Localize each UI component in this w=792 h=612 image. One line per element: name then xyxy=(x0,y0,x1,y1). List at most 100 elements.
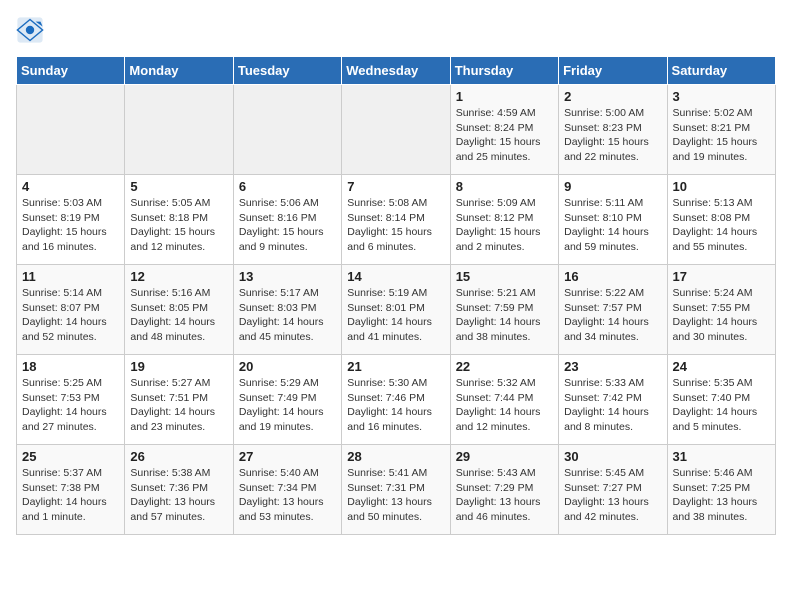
calendar-cell xyxy=(125,85,233,175)
calendar-cell xyxy=(233,85,341,175)
calendar-cell: 21Sunrise: 5:30 AM Sunset: 7:46 PM Dayli… xyxy=(342,355,450,445)
day-number: 28 xyxy=(347,449,444,464)
calendar-cell: 1 Sunrise: 4:59 AM Sunset: 8:24 PM Daylig… xyxy=(450,85,558,175)
header-saturday: Saturday xyxy=(667,57,775,85)
header-tuesday: Tuesday xyxy=(233,57,341,85)
day-number: 7 xyxy=(347,179,444,194)
calendar-cell: 2 Sunrise: 5:00 AM Sunset: 8:23 PM Daylig… xyxy=(559,85,667,175)
calendar-week-5: 25 Sunrise: 5:37 AM Sunset: 7:38 PM Dayli… xyxy=(17,445,776,535)
day-number: 14 xyxy=(347,269,444,284)
calendar-cell: 4 Sunrise: 5:03 AM Sunset: 8:19 PM Daylig… xyxy=(17,175,125,265)
day-number: 6 xyxy=(239,179,336,194)
day-info: Sunrise: 5:37 AM Sunset: 7:38 PM Dayligh… xyxy=(22,466,119,525)
day-info: Sunrise: 5:09 AM Sunset: 8:12 PM Dayligh… xyxy=(456,196,553,255)
calendar-week-1: 1 Sunrise: 4:59 AM Sunset: 8:24 PM Daylig… xyxy=(17,85,776,175)
day-info: Sunrise: 5:17 AM Sunset: 8:03 PM Dayligh… xyxy=(239,286,336,345)
calendar-cell: 13 Sunrise: 5:17 AM Sunset: 8:03 PM Dayli… xyxy=(233,265,341,355)
day-info: Sunrise: 5:14 AM Sunset: 8:07 PM Dayligh… xyxy=(22,286,119,345)
day-info: Sunrise: 5:46 AM Sunset: 7:25 PM Dayligh… xyxy=(673,466,770,525)
calendar-week-2: 4 Sunrise: 5:03 AM Sunset: 8:19 PM Daylig… xyxy=(17,175,776,265)
day-number: 11 xyxy=(22,269,119,284)
calendar-cell: 26 Sunrise: 5:38 AM Sunset: 7:36 PM Dayli… xyxy=(125,445,233,535)
day-number: 9 xyxy=(564,179,661,194)
calendar-cell: 15Sunrise: 5:21 AM Sunset: 7:59 PM Dayli… xyxy=(450,265,558,355)
calendar-cell: 3 Sunrise: 5:02 AM Sunset: 8:21 PM Daylig… xyxy=(667,85,775,175)
day-number: 1 xyxy=(456,89,553,104)
day-number: 25 xyxy=(22,449,119,464)
day-number: 13 xyxy=(239,269,336,284)
day-info: Sunrise: 5:27 AM Sunset: 7:51 PM Dayligh… xyxy=(130,376,227,435)
day-number: 2 xyxy=(564,89,661,104)
calendar-cell: 24 Sunrise: 5:35 AM Sunset: 7:40 PM Dayli… xyxy=(667,355,775,445)
calendar-cell: 14 Sunrise: 5:19 AM Sunset: 8:01 PM Dayli… xyxy=(342,265,450,355)
day-number: 27 xyxy=(239,449,336,464)
calendar-cell: 23 Sunrise: 5:33 AM Sunset: 7:42 PM Dayli… xyxy=(559,355,667,445)
logo xyxy=(16,16,46,44)
calendar-cell xyxy=(17,85,125,175)
day-info: Sunrise: 5:41 AM Sunset: 7:31 PM Dayligh… xyxy=(347,466,444,525)
calendar-cell: 30 Sunrise: 5:45 AM Sunset: 7:27 PM Dayli… xyxy=(559,445,667,535)
day-info: Sunrise: 4:59 AM Sunset: 8:24 PM Dayligh… xyxy=(456,106,553,165)
day-number: 19 xyxy=(130,359,227,374)
day-info: Sunrise: 5:13 AM Sunset: 8:08 PM Dayligh… xyxy=(673,196,770,255)
day-number: 31 xyxy=(673,449,770,464)
day-number: 26 xyxy=(130,449,227,464)
day-number: 24 xyxy=(673,359,770,374)
day-info: Sunrise: 5:33 AM Sunset: 7:42 PM Dayligh… xyxy=(564,376,661,435)
logo-icon xyxy=(16,16,44,44)
header-sunday: Sunday xyxy=(17,57,125,85)
calendar-cell: 27 Sunrise: 5:40 AM Sunset: 7:34 PM Dayli… xyxy=(233,445,341,535)
day-info: Sunrise: 5:05 AM Sunset: 8:18 PM Dayligh… xyxy=(130,196,227,255)
calendar-cell: 5 Sunrise: 5:05 AM Sunset: 8:18 PM Daylig… xyxy=(125,175,233,265)
day-info: Sunrise: 5:25 AM Sunset: 7:53 PM Dayligh… xyxy=(22,376,119,435)
header-wednesday: Wednesday xyxy=(342,57,450,85)
day-info: Sunrise: 5:38 AM Sunset: 7:36 PM Dayligh… xyxy=(130,466,227,525)
calendar-cell: 17Sunrise: 5:24 AM Sunset: 7:55 PM Dayli… xyxy=(667,265,775,355)
day-number: 8 xyxy=(456,179,553,194)
day-number: 4 xyxy=(22,179,119,194)
calendar-week-3: 11 Sunrise: 5:14 AM Sunset: 8:07 PM Dayli… xyxy=(17,265,776,355)
header-friday: Friday xyxy=(559,57,667,85)
calendar-cell: 7Sunrise: 5:08 AM Sunset: 8:14 PM Daylig… xyxy=(342,175,450,265)
calendar-cell: 18 Sunrise: 5:25 AM Sunset: 7:53 PM Dayli… xyxy=(17,355,125,445)
day-info: Sunrise: 5:40 AM Sunset: 7:34 PM Dayligh… xyxy=(239,466,336,525)
day-info: Sunrise: 5:29 AM Sunset: 7:49 PM Dayligh… xyxy=(239,376,336,435)
day-info: Sunrise: 5:35 AM Sunset: 7:40 PM Dayligh… xyxy=(673,376,770,435)
calendar-cell: 19 Sunrise: 5:27 AM Sunset: 7:51 PM Dayli… xyxy=(125,355,233,445)
day-info: Sunrise: 5:45 AM Sunset: 7:27 PM Dayligh… xyxy=(564,466,661,525)
page-header xyxy=(16,16,776,44)
day-info: Sunrise: 5:06 AM Sunset: 8:16 PM Dayligh… xyxy=(239,196,336,255)
day-number: 3 xyxy=(673,89,770,104)
calendar-cell: 8 Sunrise: 5:09 AM Sunset: 8:12 PM Daylig… xyxy=(450,175,558,265)
day-number: 18 xyxy=(22,359,119,374)
calendar-cell xyxy=(342,85,450,175)
calendar-cell: 20 Sunrise: 5:29 AM Sunset: 7:49 PM Dayli… xyxy=(233,355,341,445)
day-info: Sunrise: 5:02 AM Sunset: 8:21 PM Dayligh… xyxy=(673,106,770,165)
calendar-cell: 9 Sunrise: 5:11 AM Sunset: 8:10 PM Daylig… xyxy=(559,175,667,265)
day-info: Sunrise: 5:22 AM Sunset: 7:57 PM Dayligh… xyxy=(564,286,661,345)
header-monday: Monday xyxy=(125,57,233,85)
day-info: Sunrise: 5:19 AM Sunset: 8:01 PM Dayligh… xyxy=(347,286,444,345)
day-number: 29 xyxy=(456,449,553,464)
day-number: 23 xyxy=(564,359,661,374)
day-info: Sunrise: 5:03 AM Sunset: 8:19 PM Dayligh… xyxy=(22,196,119,255)
day-number: 30 xyxy=(564,449,661,464)
day-number: 22 xyxy=(456,359,553,374)
day-info: Sunrise: 5:43 AM Sunset: 7:29 PM Dayligh… xyxy=(456,466,553,525)
day-number: 20 xyxy=(239,359,336,374)
day-info: Sunrise: 5:24 AM Sunset: 7:55 PM Dayligh… xyxy=(673,286,770,345)
calendar-cell: 11 Sunrise: 5:14 AM Sunset: 8:07 PM Dayli… xyxy=(17,265,125,355)
calendar-cell: 6 Sunrise: 5:06 AM Sunset: 8:16 PM Daylig… xyxy=(233,175,341,265)
weekday-header-row: Sunday Monday Tuesday Wednesday Thursday… xyxy=(17,57,776,85)
day-number: 12 xyxy=(130,269,227,284)
day-number: 5 xyxy=(130,179,227,194)
calendar-cell: 29 Sunrise: 5:43 AM Sunset: 7:29 PM Dayli… xyxy=(450,445,558,535)
header-thursday: Thursday xyxy=(450,57,558,85)
calendar-week-4: 18 Sunrise: 5:25 AM Sunset: 7:53 PM Dayli… xyxy=(17,355,776,445)
day-info: Sunrise: 5:00 AM Sunset: 8:23 PM Dayligh… xyxy=(564,106,661,165)
day-number: 10 xyxy=(673,179,770,194)
day-info: Sunrise: 5:16 AM Sunset: 8:05 PM Dayligh… xyxy=(130,286,227,345)
day-number: 15 xyxy=(456,269,553,284)
day-info: Sunrise: 5:11 AM Sunset: 8:10 PM Dayligh… xyxy=(564,196,661,255)
calendar-cell: 10 Sunrise: 5:13 AM Sunset: 8:08 PM Dayli… xyxy=(667,175,775,265)
